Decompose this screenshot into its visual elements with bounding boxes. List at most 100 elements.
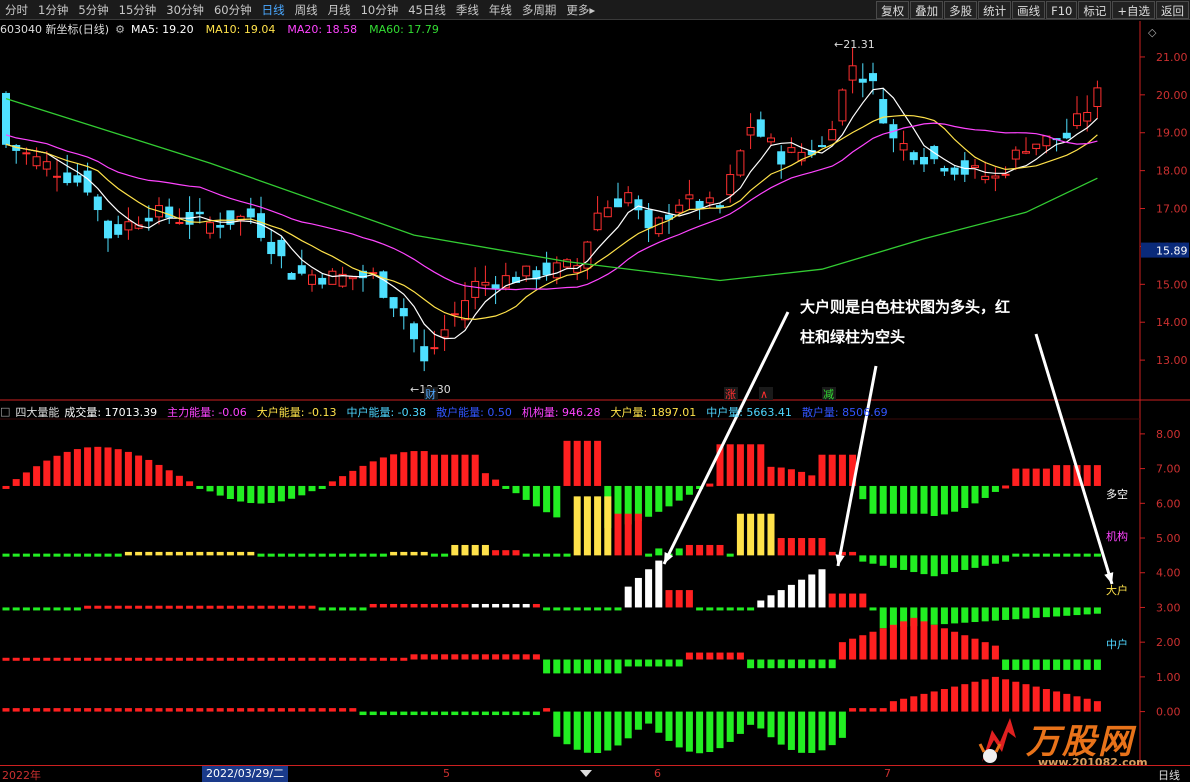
jigou-bar: [532, 553, 540, 557]
ind-tick-label: 3.00: [1156, 601, 1181, 614]
dahu-bar: [461, 603, 469, 608]
jigou-bar: [430, 553, 438, 557]
duokong-bar: [645, 485, 653, 517]
jigou-bar: [1022, 553, 1030, 557]
sanhu-bar: [787, 711, 795, 750]
jigou-bar: [736, 513, 744, 556]
zhonghu-bar: [920, 621, 928, 660]
zhonghu-bar: [124, 657, 132, 661]
duokong-bar: [308, 485, 316, 492]
jigou-bar: [94, 553, 102, 557]
sanhu-bar: [114, 708, 122, 712]
duokong-bar: [206, 485, 214, 492]
jigou-bar: [981, 555, 989, 566]
jigou-bar: [216, 551, 224, 556]
zhonghu-bar: [1042, 659, 1050, 670]
zhonghu-bar: [951, 631, 959, 660]
dahu-bar: [869, 607, 877, 611]
sanhu-bar: [696, 711, 704, 754]
jigou-bar: [910, 555, 918, 573]
dahu-bar: [84, 605, 92, 609]
dahu-bar: [420, 603, 428, 608]
sanhu-bar: [1012, 681, 1020, 712]
zhonghu-bar: [277, 657, 285, 661]
duokong-bar: [237, 485, 245, 502]
jigou-bar: [175, 551, 183, 556]
candle-body: [114, 224, 123, 235]
dahu-bar: [818, 569, 826, 608]
zhonghu-bar: [981, 642, 989, 660]
sanhu-bar: [308, 708, 316, 712]
sanhu-bar: [522, 711, 530, 716]
dahu-bar: [33, 607, 41, 611]
candle-body: [379, 271, 388, 298]
dahu-bar: [665, 590, 673, 608]
duokong-bar: [889, 485, 897, 514]
candle-body: [195, 211, 204, 215]
zhonghu-bar: [84, 657, 92, 661]
candle-body: [1011, 149, 1020, 160]
sanhu-bar: [859, 708, 867, 712]
sanhu-bar: [706, 711, 714, 753]
candle-body: [869, 73, 877, 82]
jigou-bar: [186, 551, 194, 556]
dahu-bar: [1083, 607, 1091, 615]
duokong-bar: [451, 454, 459, 486]
zhonghu-bar: [594, 659, 602, 674]
dahu-bar: [1073, 607, 1081, 616]
indicator-checkbox[interactable]: □: [0, 405, 10, 418]
zhonghu-bar: [410, 654, 418, 660]
chart-canvas[interactable]: 21.0020.0019.0018.0017.0016.0015.0014.00…: [0, 0, 1190, 782]
dahu-bar: [1012, 607, 1020, 620]
candle-body: [675, 204, 684, 213]
duokong-bar: [532, 485, 540, 507]
jigou-bar: [420, 551, 428, 556]
duokong-bar: [859, 485, 867, 500]
zhonghu-bar: [655, 659, 663, 667]
candle-body: [124, 221, 133, 231]
sanhu-bar: [930, 691, 938, 712]
annotation-arrow-line: [1034, 333, 1114, 585]
candle-body: [756, 119, 765, 137]
zhonghu-bar: [441, 654, 449, 660]
price-tick-label: 18.00: [1156, 165, 1188, 178]
duokong-bar: [94, 446, 102, 486]
duokong-bar: [1032, 468, 1040, 486]
dahu-bar: [145, 605, 153, 609]
time-axis: 2022年 2022/03/29/二 5 6 7 日线: [0, 765, 1190, 782]
sanhu-bar: [2, 708, 10, 712]
jigou-bar: [410, 551, 418, 556]
candle-body: [399, 308, 408, 317]
sanhu-bar: [492, 711, 500, 716]
zhonghu-bar: [369, 657, 377, 661]
jigou-bar: [339, 553, 347, 557]
sanhu-bar: [1022, 684, 1030, 712]
sanhu-bar: [879, 708, 887, 712]
scroll-down-icon[interactable]: [580, 770, 592, 777]
sanhu-bar: [981, 679, 989, 712]
jigou-bar: [961, 555, 969, 570]
jigou-bar: [787, 538, 795, 556]
jigou-bar: [481, 544, 489, 556]
sanhu-bar: [1042, 689, 1050, 712]
candle-body: [614, 198, 622, 208]
candle-body: [879, 99, 888, 124]
sanhu-bar: [757, 711, 765, 729]
candle-body: [828, 129, 837, 141]
jigou-bar: [359, 553, 367, 557]
zhonghu-bar: [512, 654, 520, 660]
jigou-bar: [675, 548, 683, 556]
indicator-name[interactable]: 四大量能: [15, 404, 59, 420]
candle-body: [705, 197, 714, 204]
sanhu-bar: [267, 708, 275, 712]
candle-body: [287, 273, 296, 280]
zhonghu-bar: [859, 635, 867, 660]
sanhu-bar: [614, 711, 622, 746]
jigou-bar: [390, 551, 398, 556]
zhonghu-bar: [288, 657, 296, 661]
indicator-row-label: 中户: [1106, 637, 1128, 651]
duokong-bar: [563, 440, 571, 486]
dahu-bar: [767, 595, 775, 608]
duokong-bar: [910, 485, 918, 514]
month-7: 7: [884, 767, 891, 780]
